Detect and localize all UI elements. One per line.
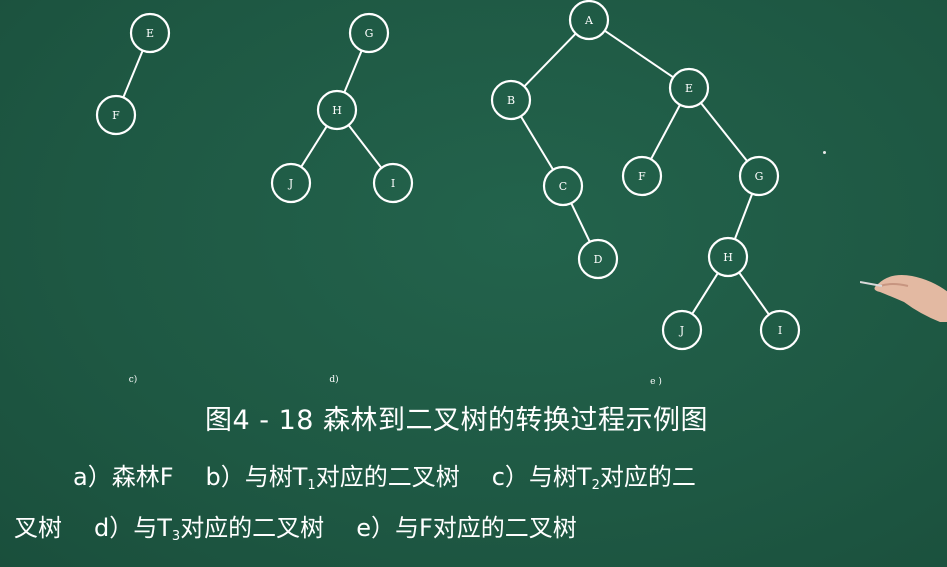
caption-a: a）森林F (73, 463, 174, 491)
node-label-d-J: J (288, 177, 293, 190)
edge-e-C-D (570, 202, 591, 243)
subfigure-label-c: c) (129, 374, 138, 385)
caption-b-text: b）与树T (205, 463, 308, 491)
forest-binary-tree-diagram: E Fc) G H J Id) A B E C D F G H J Ie ) (95, 0, 801, 387)
node-label-e-I: I (778, 324, 782, 337)
edge-e-A-B (523, 32, 577, 88)
node-label-e-C: C (559, 180, 567, 193)
caption-c-continued: 叉树 (14, 514, 62, 542)
chalk-dot (823, 151, 826, 154)
edge-e-G-H (733, 193, 754, 240)
node-label-e-B: B (507, 94, 515, 107)
figure-title: 图4 - 18 森林到二叉树的转换过程示例图 (205, 405, 709, 436)
node-label-e-H: H (723, 251, 733, 264)
node-label-e-A: A (584, 14, 594, 27)
caption-d-subscript: 3 (171, 529, 181, 544)
caption-d-text: d）与T (94, 514, 172, 542)
edge-e-H-I (738, 271, 770, 316)
node-label-e-J: J (679, 324, 684, 337)
edge-d-H-I (347, 124, 383, 169)
edge-d-H-J (300, 125, 328, 168)
edge-e-H-J (691, 272, 719, 315)
subfigure-label-d: d) (329, 374, 338, 385)
caption-b: b）与树T1对应的二叉树 (205, 463, 460, 493)
caption-c: c）与树T2对应的二 (491, 463, 696, 493)
edge-e-E-F (650, 104, 681, 160)
caption-line-1: a）森林F b）与树T1对应的二叉树 c）与树T2对应的二 (73, 457, 696, 493)
edge-e-A-E (604, 29, 674, 79)
edge-e-E-G (700, 102, 748, 162)
caption-b-rest: 对应的二叉树 (315, 463, 460, 491)
caption-b-subscript: 1 (307, 478, 316, 493)
tree-d: G H J Id) (270, 12, 414, 385)
edge-e-B-C (519, 115, 555, 171)
caption-d-rest: 对应的二叉树 (180, 514, 325, 542)
node-label-e-D: D (594, 253, 603, 266)
tree-e: A B E C D F G H J Ie ) (490, 0, 801, 387)
caption-c-rest: 对应的二 (599, 463, 696, 491)
subfigure-label-e: e ) (650, 376, 662, 387)
edge-c-E-F (122, 50, 144, 98)
tree-c: E Fc) (95, 12, 171, 385)
caption-e: e）与F对应的二叉树 (356, 514, 577, 542)
node-label-e-G: G (755, 170, 764, 183)
node-label-c-E: E (146, 27, 154, 40)
node-label-d-G: G (365, 27, 374, 40)
caption-c-text: c）与树T (491, 463, 592, 491)
pointing-hand (860, 275, 947, 322)
node-label-c-F: F (112, 109, 120, 122)
node-label-d-H: H (332, 104, 342, 117)
node-label-e-E: E (685, 82, 693, 95)
edge-d-G-H (343, 50, 363, 93)
node-label-e-F: F (638, 170, 646, 183)
node-label-d-I: I (391, 177, 395, 190)
caption-c-subscript: 2 (591, 478, 600, 493)
caption-line-2: 叉树 d）与T3对应的二叉树 e）与F对应的二叉树 (14, 508, 577, 544)
caption-d: d）与T3对应的二叉树 (94, 514, 325, 544)
